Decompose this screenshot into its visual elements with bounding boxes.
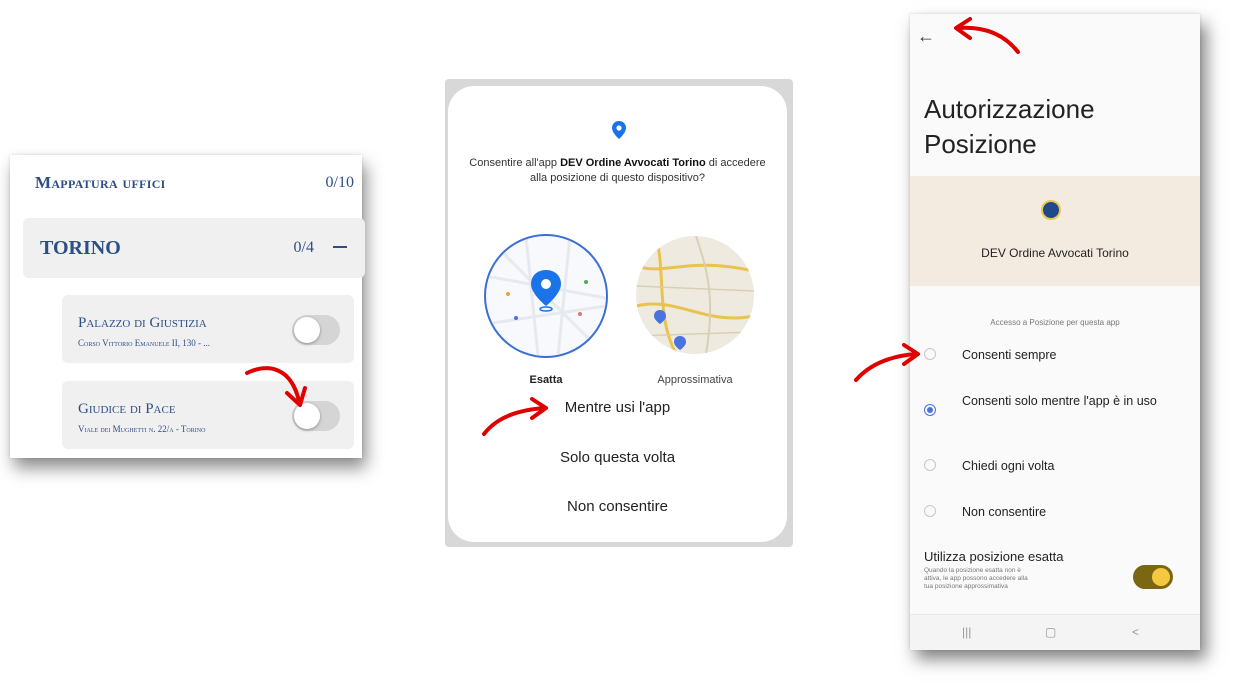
radio-button-selected[interactable] [924,404,936,416]
radio-button[interactable] [924,348,936,360]
use-exact-location-description: Quando la posizione esatta non è attiva,… [924,567,1028,590]
exact-location-toggle[interactable] [1133,565,1173,589]
dialog-card: Consentire all'app DEV Ordine Avvocati T… [448,86,787,542]
office-address: Viale dei Mughetti n. 22/a - Torino [78,424,206,434]
section-label: Accesso a Posizione per questa app [990,318,1120,327]
radio-label: Chiedi ogni volta [962,459,1055,473]
use-exact-location-title: Utilizza posizione esatta [924,549,1064,564]
app-name: DEV Ordine Avvocati Torino [560,157,706,169]
location-permission-dialog: Consentire all'app DEV Ordine Avvocati T… [445,79,793,547]
city-name: TORINO [40,236,121,259]
app-name: DEV Ordine Avvocati Torino [981,246,1129,260]
office-enable-toggle[interactable] [292,315,340,345]
red-arrow-annotation [482,397,548,436]
office-name: Giudice di Pace [78,401,176,417]
system-nav-bar: ||| ▢ < [910,614,1200,650]
approximate-label: Approssimativa [657,374,733,386]
red-arrow-annotation [954,17,1020,54]
permission-message: Consentire all'app DEV Ordine Avvocati T… [469,157,766,184]
radio-button[interactable] [924,505,936,517]
exact-location-option[interactable] [484,234,608,358]
office-mapping-title: Mappatura uffici [35,173,166,192]
city-group-torino[interactable]: TORINO 0/4 [23,218,365,278]
radio-label: Consenti sempre [962,348,1057,362]
recents-icon[interactable]: ||| [962,625,971,639]
radio-ask-every-time[interactable]: Chiedi ogni volta [924,457,1152,475]
office-item-palazzo-di-giustizia[interactable]: Palazzo di Giustizia Corso Vittorio Eman… [62,295,354,363]
approximate-location-option[interactable] [636,236,754,354]
toggle-knob [1152,568,1170,586]
radio-label: Consenti solo mentre l'app è in uso [962,394,1157,408]
page-title: Autorizzazione Posizione [924,94,1095,159]
exact-map-illustration [486,236,606,356]
office-address: Corso Vittorio Emanuele II, 130 - ... [78,338,211,348]
toggle-knob [294,317,320,343]
deny-button[interactable]: Non consentire [448,498,787,515]
radio-allow-while-using[interactable]: Consenti solo mentre l'app è in uso [924,392,1162,416]
location-permission-settings: ← Autorizzazione Posizione DEV Ordine Av… [910,14,1200,650]
office-mapping-count: 0/10 [325,174,354,191]
nav-back-icon[interactable]: < [1132,625,1139,639]
radio-allow-always[interactable]: Consenti sempre [924,346,1152,364]
city-count: 0/4 [293,239,314,256]
back-arrow-icon[interactable]: ← [917,26,935,47]
home-icon[interactable]: ▢ [1045,625,1056,639]
red-arrow-annotation [854,343,920,382]
office-mapping-header: Mappatura uffici 0/10 [35,168,354,198]
radio-label: Non consentire [962,505,1047,519]
red-arrow-annotation [245,366,307,407]
collapse-minus-icon[interactable] [333,246,347,248]
office-name: Palazzo di Giustizia [78,315,207,331]
app-info-band: DEV Ordine Avvocati Torino [910,176,1200,286]
location-pin-icon [612,121,626,139]
app-logo-icon [1041,200,1061,220]
only-this-time-button[interactable]: Solo questa volta [448,449,787,466]
exact-label: Esatta [529,374,563,386]
radio-deny[interactable]: Non consentire [924,503,1152,521]
approximate-map-illustration [636,236,754,354]
radio-button[interactable] [924,459,936,471]
